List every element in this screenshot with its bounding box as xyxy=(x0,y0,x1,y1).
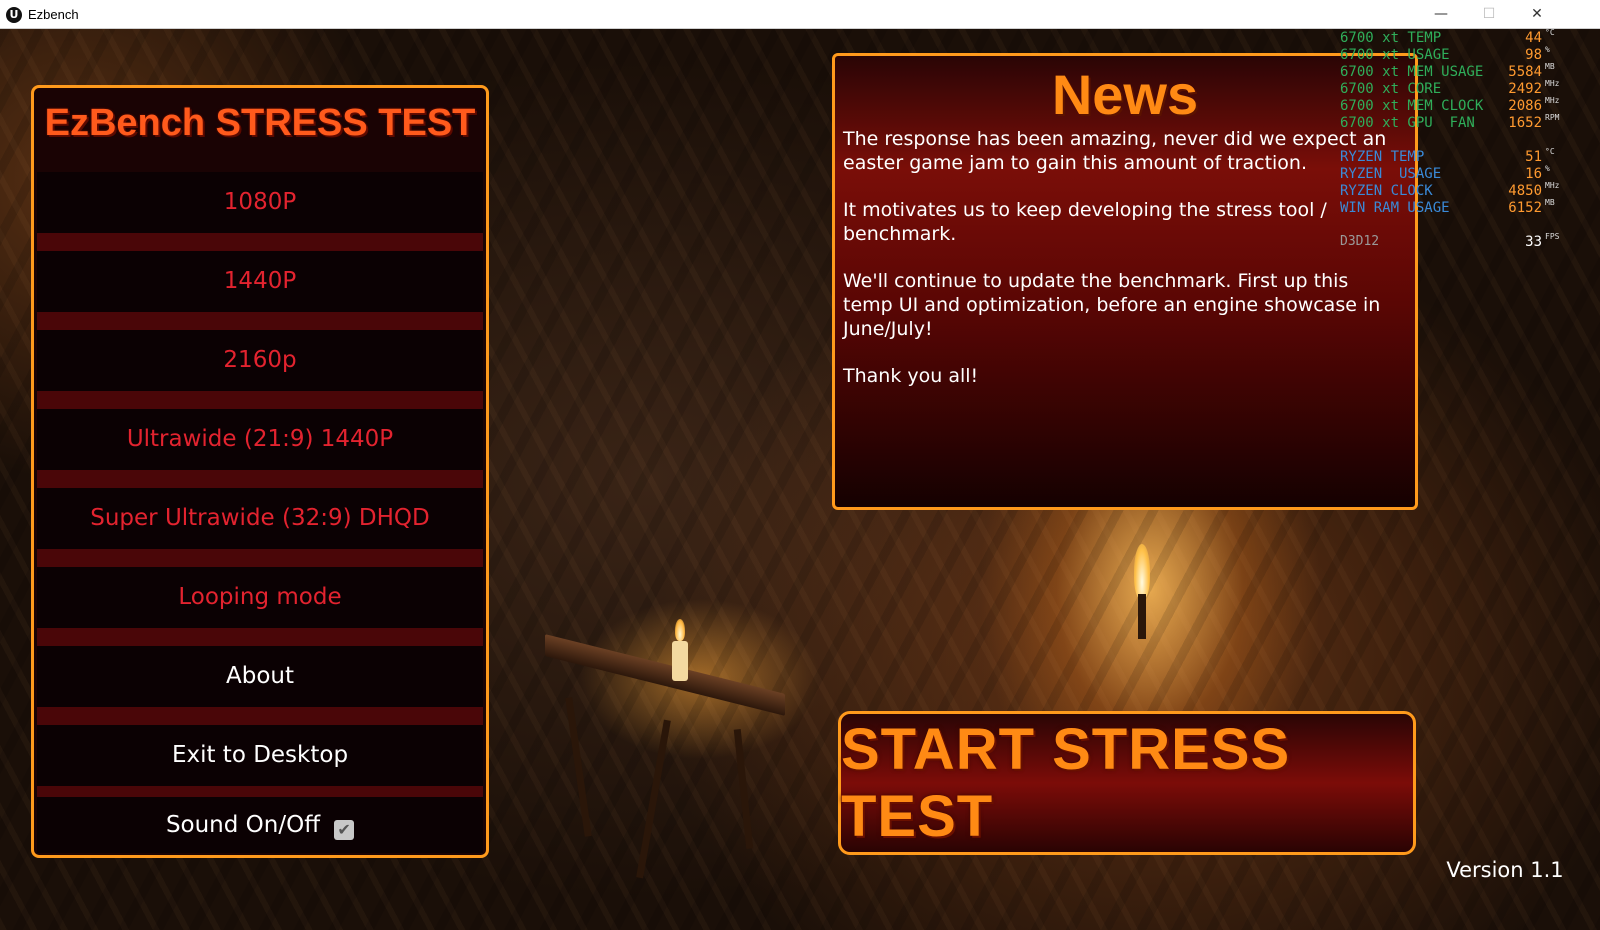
menu-separator xyxy=(37,391,483,409)
overlay-row-gpu-fan: 6700 xt GPU FAN 1652 RPM xyxy=(1340,113,1560,131)
news-paragraph: It motivates us to keep developing the s… xyxy=(843,199,1327,245)
menu-separator xyxy=(37,233,483,251)
overlay-row-cpu-usage: RYZEN USAGE 16 % xyxy=(1340,164,1550,182)
menu-item-looping-mode[interactable]: Looping mode xyxy=(37,567,483,628)
minimize-icon[interactable]: — xyxy=(1418,0,1464,29)
overlay-row-gpu-temp: 6700 xt TEMP 44 °C xyxy=(1340,28,1555,46)
menu-separator xyxy=(37,628,483,646)
overlay-fps-unit: FPS xyxy=(1545,232,1560,241)
news-title: News xyxy=(1051,63,1199,126)
overlay-row-gpu-mem-clock: 6700 xt MEM CLOCK 2086 MHz xyxy=(1340,96,1560,114)
version-label: Version 1.1 xyxy=(1446,858,1564,882)
overlay-row-gpu-core: 6700 xt CORE 2492 MHz xyxy=(1340,79,1560,97)
menu-separator xyxy=(37,707,483,725)
menu-separator xyxy=(37,549,483,567)
menu-separator xyxy=(37,786,483,797)
start-stress-test-label: START STRESS TEST xyxy=(841,717,1291,849)
sound-toggle-label: Sound On/Off xyxy=(165,812,321,838)
overlay-row-ram-usage: WIN RAM USAGE 6152 MB xyxy=(1340,198,1555,216)
torch xyxy=(1138,594,1146,639)
unreal-engine-icon: U xyxy=(6,7,22,23)
window-title: Ezbench xyxy=(28,7,79,22)
menu-separator xyxy=(37,470,483,488)
main-menu-panel: EzBench STRESS TEST 1080P 1440P 2160p Ul… xyxy=(31,85,489,858)
maximize-icon[interactable]: ☐ xyxy=(1466,0,1512,29)
news-body: The response has been amazing, never did… xyxy=(843,127,1403,411)
sound-checkbox[interactable]: ✔ xyxy=(334,820,355,840)
overlay-row-cpu-temp: RYZEN TEMP 51 °C xyxy=(1340,147,1555,165)
candle xyxy=(672,641,688,681)
menu-item-2160p[interactable]: 2160p xyxy=(37,330,483,391)
candle-flame xyxy=(675,619,685,641)
menu-item-1440p[interactable]: 1440P xyxy=(37,251,483,312)
menu-item-1080p[interactable]: 1080P xyxy=(37,172,483,233)
menu-item-about[interactable]: About xyxy=(37,646,483,707)
menu-item-exit-to-desktop[interactable]: Exit to Desktop xyxy=(37,725,483,786)
overlay-api-label: D3D12 xyxy=(1340,234,1380,249)
window-title-bar: U Ezbench — ☐ ✕ xyxy=(0,0,1600,29)
overlay-row-gpu-usage: 6700 xt USAGE 98 % xyxy=(1340,45,1550,63)
overlay-row-cpu-clock: RYZEN CLOCK 4850 MHz xyxy=(1340,181,1560,199)
overlay-row-gpu-mem-usage: 6700 xt MEM USAGE 5584 MB xyxy=(1340,62,1555,80)
sound-toggle[interactable]: Sound On/Off ✔ xyxy=(37,797,483,853)
menu-item-ultrawide[interactable]: Ultrawide (21:9) 1440P xyxy=(37,409,483,470)
news-paragraph: Thank you all! xyxy=(843,365,979,387)
menu-separator xyxy=(37,312,483,330)
overlay-fps-value: 33 xyxy=(1525,234,1542,250)
torch-flame xyxy=(1134,544,1150,599)
news-panel: News The response has been amazing, neve… xyxy=(832,53,1418,510)
start-stress-test-button[interactable]: START STRESS TEST xyxy=(838,711,1416,855)
news-paragraph: We'll continue to update the benchmark. … xyxy=(843,270,1381,340)
news-paragraph: The response has been amazing, never did… xyxy=(843,128,1387,174)
close-icon[interactable]: ✕ xyxy=(1514,0,1560,29)
menu-item-super-ultrawide[interactable]: Super Ultrawide (32:9) DHQD xyxy=(37,488,483,549)
menu-title: EzBench STRESS TEST xyxy=(44,102,476,144)
